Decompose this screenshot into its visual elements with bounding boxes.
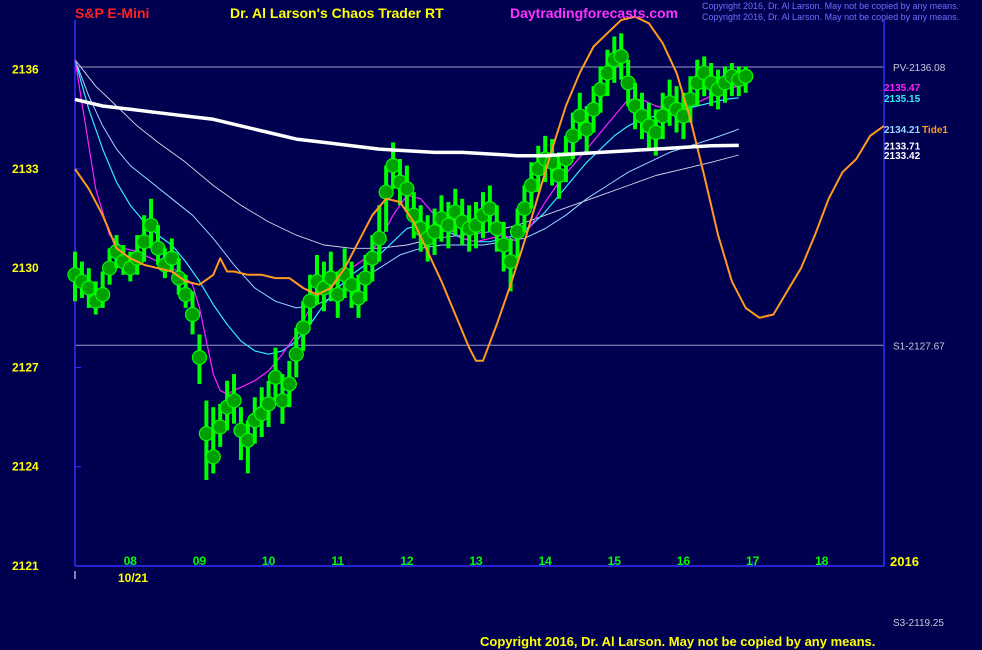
year-label: 2016: [890, 554, 919, 569]
right-label-5: 2133.42: [884, 151, 921, 162]
price-point-62: [496, 237, 512, 253]
x-tick-label-7: 15: [608, 554, 622, 568]
price-point-85: [655, 108, 671, 124]
price-point-72: [565, 128, 581, 144]
y-tick-label-3: 2130: [12, 261, 39, 275]
x-tick-label-0: 08: [124, 554, 138, 568]
price-point-17: [184, 306, 201, 323]
price-point-45: [378, 184, 394, 200]
website-link[interactable]: Daytradingforecasts.com: [510, 5, 678, 21]
price-point-40: [343, 277, 360, 293]
price-point-34: [302, 293, 318, 309]
price-point-43: [364, 250, 380, 266]
price-point-16: [178, 287, 194, 303]
x-tick-label-1: 09: [193, 554, 207, 568]
y-tick-label-0: 2121: [12, 559, 39, 573]
right-label-2: 2134.21: [884, 125, 921, 136]
price-point-37: [323, 270, 339, 286]
price-point-76: [592, 81, 609, 98]
price-point-64: [509, 224, 526, 240]
price-point-19: [198, 426, 214, 442]
price-point-2: [81, 280, 97, 296]
chart-background: [0, 0, 982, 650]
x-tick-label-4: 12: [400, 554, 414, 568]
price-point-60: [482, 201, 498, 217]
right-label-3: Tide1: [922, 125, 948, 136]
y-tick-label-4: 2133: [12, 162, 39, 176]
price-point-14: [164, 250, 180, 266]
price-point-10: [136, 234, 152, 250]
price-point-30: [274, 392, 291, 409]
x-tick-label-10: 18: [815, 554, 829, 568]
price-point-74: [579, 121, 595, 137]
chart-title: Dr. Al Larson's Chaos Trader RT: [230, 5, 444, 21]
price-point-41: [350, 290, 367, 306]
price-point-5: [101, 260, 118, 276]
price-point-31: [281, 376, 297, 392]
price-point-97: [738, 68, 754, 84]
copyright-top-1: Copyright 2016, Dr. Al Larson. May not b…: [702, 1, 960, 11]
price-point-4: [95, 287, 111, 303]
price-point-29: [267, 369, 284, 385]
copyright-top-2: Copyright 2016, Dr. Al Larson. May not b…: [702, 12, 960, 22]
x-tick-label-2: 10: [262, 554, 276, 568]
price-point-42: [357, 270, 374, 286]
price-point-23: [226, 392, 242, 409]
x-tick-label-9: 17: [746, 554, 760, 568]
price-point-32: [288, 346, 304, 362]
price-point-18: [191, 349, 208, 366]
price-point-38: [330, 287, 346, 303]
level-label-0: PV-2136.08: [893, 63, 946, 74]
price-point-75: [585, 101, 602, 117]
right-label-1: 2135.15: [884, 94, 921, 105]
price-point-54: [440, 217, 456, 233]
price-point-84: [648, 124, 664, 141]
price-point-61: [489, 220, 505, 237]
level-label-1: S1-2127.67: [893, 341, 945, 352]
price-point-70: [551, 167, 567, 184]
date-label: 10/21: [118, 571, 148, 585]
y-tick-label-5: 2136: [12, 63, 39, 77]
price-chart: PV-2136.08 S1-2127.67 S3-2119.25 2121 2124 2…: [0, 0, 982, 650]
price-point-20: [205, 449, 221, 465]
y-tick-label-2: 2127: [12, 360, 39, 374]
x-tick-label-6: 14: [539, 554, 553, 568]
copyright-footer: Copyright 2016, Dr. Al Larson. May not b…: [480, 634, 876, 649]
price-point-12: [150, 240, 166, 256]
price-point-65: [516, 201, 533, 217]
price-point-25: [240, 432, 256, 448]
x-tick-label-3: 11: [331, 554, 344, 568]
y-tick-label-1: 2124: [12, 460, 39, 474]
price-point-33: [295, 320, 311, 336]
x-tick-label-8: 16: [677, 554, 691, 568]
x-tick-label-5: 13: [469, 554, 483, 568]
symbol-title: S&P E-Mini: [75, 5, 150, 21]
price-point-46: [385, 158, 401, 174]
right-label-0: 2135.47: [884, 83, 921, 94]
price-point-52: [426, 224, 443, 240]
price-point-28: [261, 396, 277, 412]
price-point-77: [599, 65, 616, 81]
price-point-79: [613, 48, 629, 65]
level-label-2: S3-2119.25: [893, 618, 944, 629]
price-point-66: [523, 177, 539, 194]
price-point-48: [399, 181, 415, 197]
price-point-80: [620, 75, 636, 91]
price-point-21: [212, 419, 228, 435]
price-point-11: [143, 217, 159, 233]
price-point-44: [371, 230, 387, 246]
price-point-73: [572, 108, 588, 124]
